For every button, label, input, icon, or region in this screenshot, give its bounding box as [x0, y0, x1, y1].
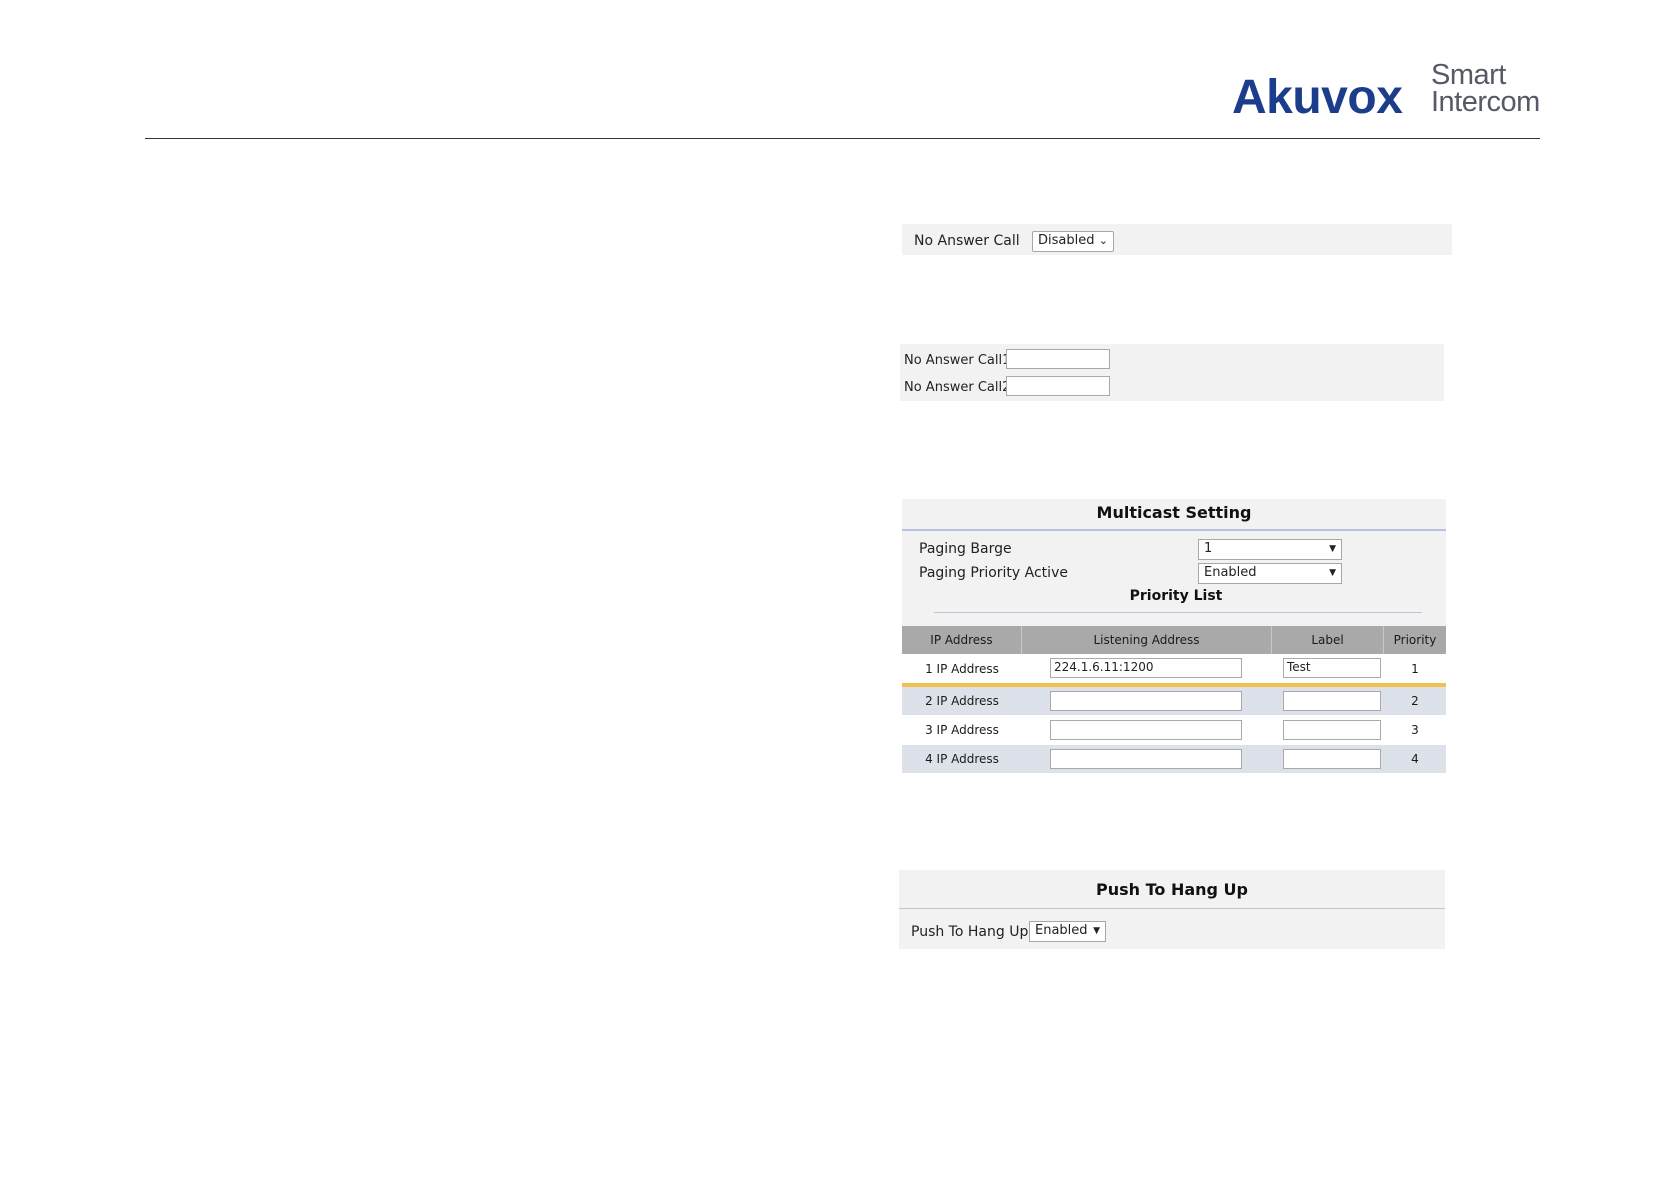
push-to-hang-up-label: Push To Hang Up: [911, 924, 1029, 940]
push-to-hang-up-panel: Push To Hang Up Push To Hang Up Enabled …: [899, 870, 1445, 949]
multicast-divider: [902, 529, 1446, 531]
no-answer-call2-input[interactable]: [1006, 376, 1110, 396]
dropdown-arrow-icon: ▼: [1093, 926, 1100, 936]
akuvox-logo: Akuvox Smart Intercom: [1232, 58, 1552, 124]
column-header-ip-address: IP Address: [902, 626, 1022, 654]
push-to-hang-up-divider: [899, 908, 1445, 909]
table-row: 1 IP Address 224.1.6.11:1200 Test 1: [902, 655, 1446, 683]
listening-address-input[interactable]: [1050, 691, 1242, 711]
row-ip-label: 3 IP Address: [925, 723, 999, 737]
no-answer-numbers-panel: No Answer Call1 No Answer Call2: [900, 344, 1444, 401]
label-input[interactable]: [1283, 691, 1381, 711]
listening-address-input[interactable]: [1050, 720, 1242, 740]
logo-tagline-line2: Intercom: [1431, 86, 1540, 118]
row-priority: 1: [1411, 662, 1419, 676]
logo-wordmark: Akuvox: [1232, 71, 1403, 124]
label-input[interactable]: [1283, 720, 1381, 740]
row-ip-label: 2 IP Address: [925, 694, 999, 708]
column-header-listening-address: Listening Address: [1022, 626, 1272, 654]
no-answer-call-select[interactable]: Disabled ⌄: [1032, 231, 1114, 252]
listening-address-input[interactable]: [1050, 749, 1242, 769]
priority-list-divider: [934, 612, 1422, 613]
row-priority: 4: [1411, 752, 1419, 766]
column-header-priority: Priority: [1393, 633, 1437, 647]
multicast-title: Multicast Setting: [1096, 503, 1252, 522]
table-row: 3 IP Address 3: [902, 716, 1446, 744]
row-ip-label: 1 IP Address: [925, 662, 999, 676]
label-input[interactable]: Test: [1283, 658, 1381, 678]
logo-tagline: Smart Intercom: [1431, 59, 1551, 118]
priority-table-header: IP Address Listening Address Label Prior…: [902, 626, 1446, 654]
push-to-hang-up-select[interactable]: Enabled ▼: [1029, 921, 1106, 942]
push-to-hang-up-title: Push To Hang Up: [1096, 880, 1248, 899]
paging-priority-label: Paging Priority Active: [919, 565, 1068, 581]
table-row: 4 IP Address 4: [902, 745, 1446, 773]
header-divider: [145, 138, 1540, 139]
table-row: 2 IP Address 2: [902, 687, 1446, 715]
paging-priority-value: Enabled: [1204, 565, 1257, 580]
listening-address-input[interactable]: 224.1.6.11:1200: [1050, 658, 1242, 678]
chevron-down-icon: ⌄: [1098, 234, 1108, 247]
no-answer-call2-label: No Answer Call2: [904, 380, 1011, 395]
no-answer-call-value: Disabled: [1038, 233, 1095, 248]
priority-list-title: Priority List: [1129, 588, 1223, 604]
no-answer-call1-input[interactable]: [1006, 349, 1110, 369]
no-answer-call1-label: No Answer Call1: [904, 353, 1011, 368]
no-answer-call-panel: No Answer Call Disabled ⌄: [902, 224, 1452, 255]
dropdown-arrow-icon: ▼: [1329, 568, 1336, 578]
paging-priority-select[interactable]: Enabled ▼: [1198, 563, 1342, 584]
priority-table: IP Address Listening Address Label Prior…: [902, 626, 1446, 774]
logo-tagline-line1: Smart: [1431, 59, 1506, 91]
no-answer-call-label: No Answer Call: [914, 233, 1020, 249]
row-priority: 2: [1411, 694, 1419, 708]
row-priority: 3: [1411, 723, 1419, 737]
label-input[interactable]: [1283, 749, 1381, 769]
paging-barge-label: Paging Barge: [919, 541, 1012, 557]
paging-barge-value: 1: [1204, 541, 1213, 556]
column-header-label: Label: [1272, 626, 1384, 654]
row-ip-label: 4 IP Address: [925, 752, 999, 766]
dropdown-arrow-icon: ▼: [1329, 544, 1336, 554]
paging-barge-select[interactable]: 1 ▼: [1198, 539, 1342, 560]
push-to-hang-up-value: Enabled: [1035, 923, 1088, 938]
multicast-setting-panel: Multicast Setting Paging Barge 1 ▼ Pagin…: [902, 499, 1446, 774]
